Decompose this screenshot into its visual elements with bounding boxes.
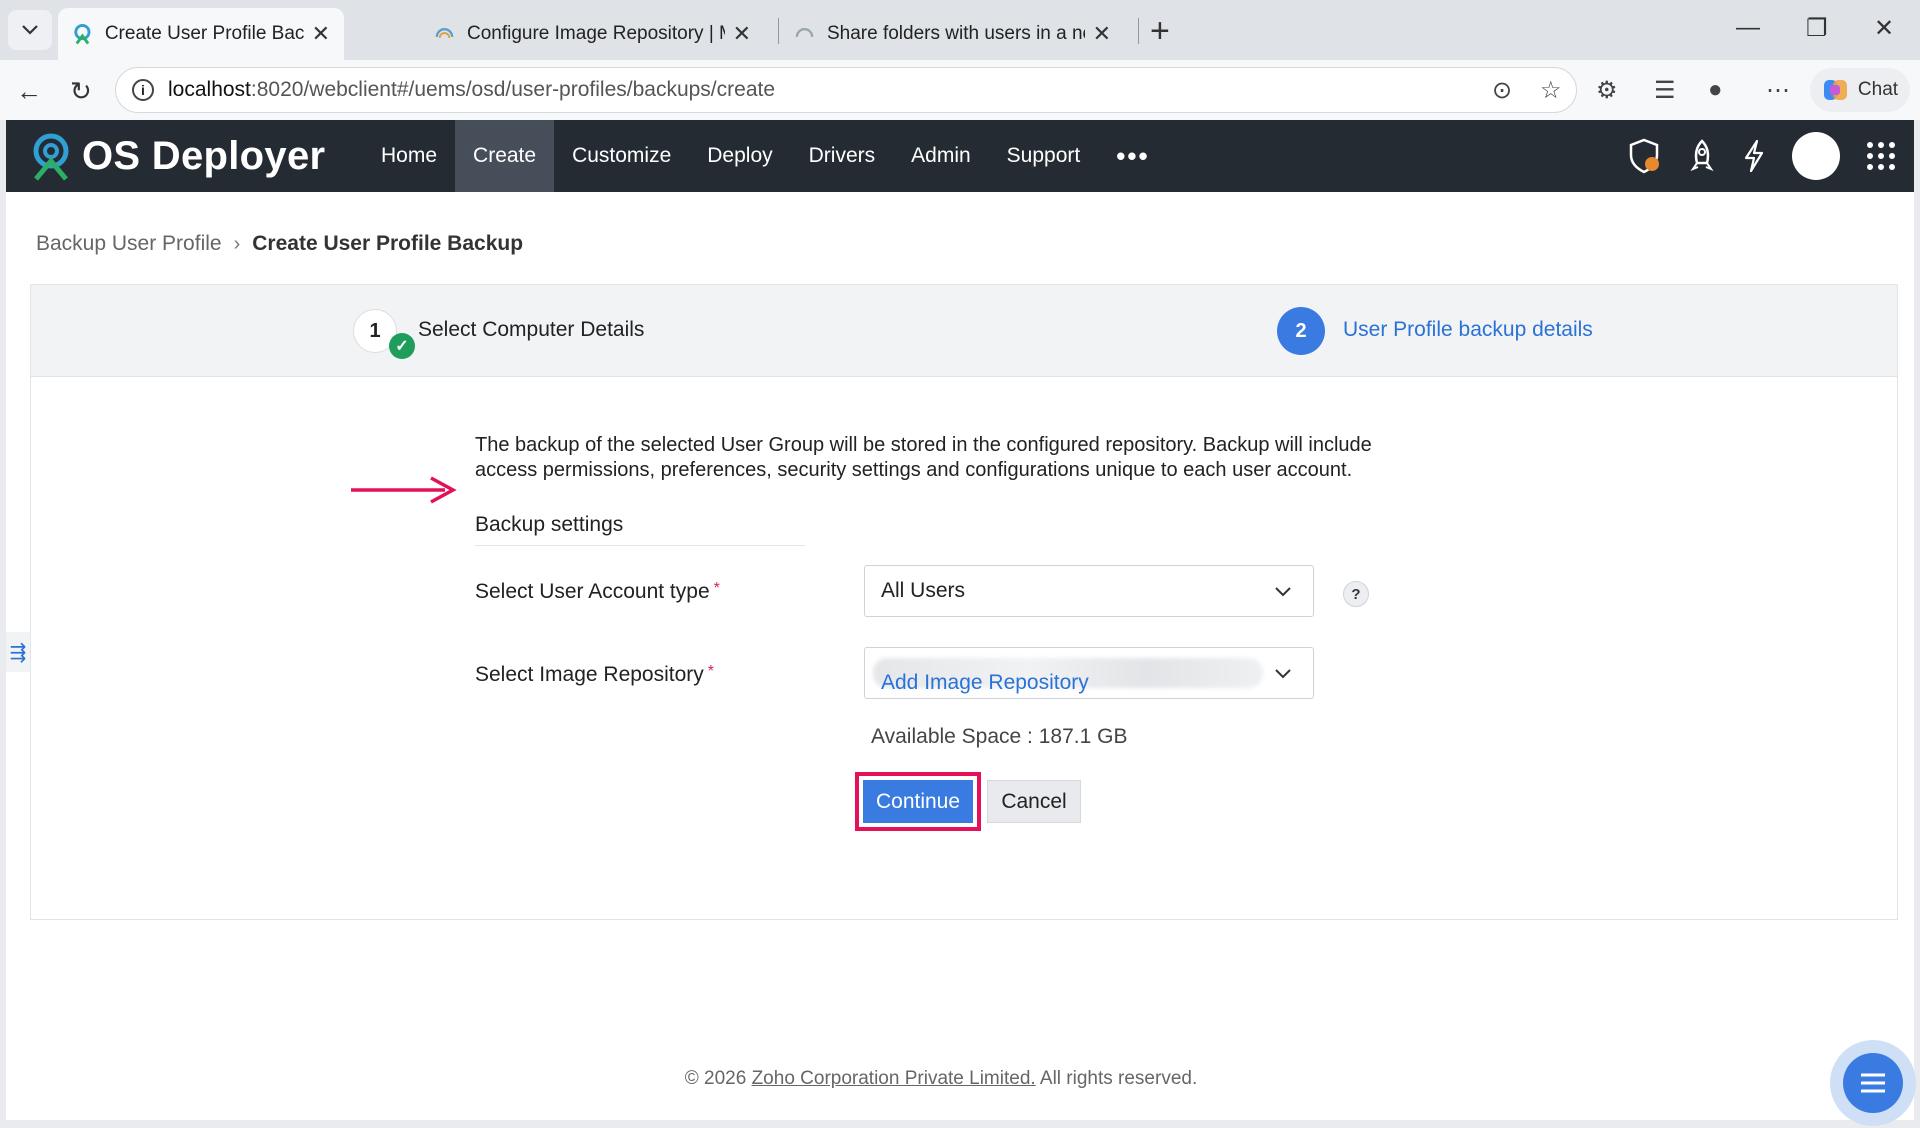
reload-icon[interactable]: ↻ — [70, 76, 92, 107]
browser-tab[interactable]: Configure Image Repository | Man ✕ — [420, 8, 765, 60]
chevron-down-icon — [1275, 587, 1291, 597]
required-mark: * — [707, 663, 715, 680]
help-icon[interactable]: ? — [1343, 581, 1369, 607]
copilot-chat-button[interactable]: Chat — [1810, 68, 1910, 112]
main-content: Backup User Profile › Create User Profil… — [6, 192, 1914, 1120]
cancel-button[interactable]: Cancel — [987, 780, 1081, 823]
footer-rights: All rights reserved. — [1035, 1068, 1198, 1089]
account-type-label-text: Select User Account type — [475, 580, 710, 603]
step2-number: 2 — [1277, 307, 1325, 355]
tab-title: Create User Profile Backup | Backu — [104, 23, 304, 44]
nav-customize[interactable]: Customize — [554, 120, 689, 192]
breadcrumb: Backup User Profile › Create User Profil… — [36, 232, 523, 256]
required-mark: * — [713, 580, 720, 597]
os-deployer-favicon-icon — [74, 24, 91, 45]
browser-tab-bar: Create User Profile Backup | Backu ✕ Con… — [0, 0, 1920, 60]
favorites-list-icon[interactable]: ☰ — [1654, 76, 1676, 105]
nav-more-icon[interactable]: ••• — [1098, 120, 1167, 192]
shield-alert-icon[interactable] — [1628, 138, 1662, 174]
footer-company-link[interactable]: Zoho Corporation Private Limited. — [752, 1068, 1036, 1089]
close-tab-icon[interactable]: ✕ — [733, 21, 751, 47]
restore-icon[interactable]: ❐ — [1806, 14, 1828, 43]
chat-label: Chat — [1857, 79, 1899, 100]
profile-icon[interactable]: ● — [1708, 76, 1723, 104]
rocket-icon[interactable] — [1688, 139, 1716, 173]
section-divider — [475, 545, 805, 546]
hamburger-menu-icon — [1861, 1073, 1885, 1093]
repository-label: Select Image Repository * — [475, 663, 714, 687]
wizard-steps: 1 ✓ Select Computer Details 2 User Profi… — [31, 285, 1897, 377]
chevron-down-icon — [1275, 669, 1291, 679]
browser-toolbar: ← ↻ i localhost:8020/webclient#/uems/osd… — [0, 60, 1920, 120]
nav-home[interactable]: Home — [363, 120, 455, 192]
check-icon: ✓ — [389, 333, 415, 359]
back-icon[interactable]: ← — [16, 76, 42, 107]
loading-favicon-icon — [795, 28, 814, 38]
account-type-value: All Users — [881, 579, 966, 602]
user-avatar[interactable] — [1792, 132, 1840, 180]
nav-create[interactable]: Create — [455, 120, 555, 192]
footer-copyright: © 2026 — [684, 1068, 752, 1089]
annotation-arrow-icon — [351, 476, 457, 504]
app-grid-icon[interactable] — [1866, 141, 1896, 171]
chevron-right-icon: › — [233, 232, 241, 255]
step2-label: User Profile backup details — [1343, 318, 1593, 341]
copilot-icon — [1823, 80, 1847, 100]
main-nav: Home Create Customize Deploy Drivers Adm… — [363, 120, 1168, 192]
footer: © 2026 Zoho Corporation Private Limited.… — [6, 1068, 1876, 1090]
repository-label-text: Select Image Repository — [475, 663, 704, 686]
new-tab-icon[interactable]: + — [1150, 12, 1170, 51]
address-bar[interactable]: i localhost:8020/webclient#/uems/osd/use… — [115, 67, 1577, 113]
favorite-star-icon[interactable]: ☆ — [1540, 76, 1562, 105]
nav-deploy[interactable]: Deploy — [689, 120, 790, 192]
tab-list-button[interactable] — [8, 10, 52, 50]
site-info-icon[interactable]: i — [132, 79, 154, 101]
floating-menu-button[interactable] — [1843, 1053, 1903, 1113]
continue-button[interactable]: Continue — [863, 780, 973, 823]
app-name: OS Deployer — [82, 133, 326, 178]
nav-support[interactable]: Support — [989, 120, 1099, 192]
minimize-icon[interactable]: — — [1736, 14, 1760, 42]
header-actions — [1628, 120, 1896, 192]
app-logo[interactable]: OS Deployer — [28, 131, 358, 181]
add-image-repository-link[interactable]: Add Image Repository — [881, 671, 1089, 695]
breadcrumb-current: Create User Profile Backup — [252, 232, 524, 255]
lightning-icon[interactable] — [1742, 139, 1766, 173]
backup-description: The backup of the selected User Group wi… — [475, 434, 1372, 481]
url-host: localhost — [168, 78, 251, 101]
account-type-select[interactable]: All Users — [864, 565, 1314, 617]
step1-label[interactable]: Select Computer Details — [418, 318, 644, 342]
available-space: Available Space : 187.1 GB — [871, 725, 1128, 748]
browser-tab-active[interactable]: Create User Profile Backup | Backu ✕ — [58, 8, 344, 60]
nav-drivers[interactable]: Drivers — [791, 120, 894, 192]
tab-separator — [1138, 18, 1139, 44]
breadcrumb-backup-user-profile[interactable]: Backup User Profile — [36, 232, 222, 256]
extensions-icon[interactable]: ⚙ — [1596, 76, 1618, 105]
reading-mode-icon[interactable]: ⊙ — [1492, 76, 1512, 105]
chevron-down-icon — [22, 25, 38, 35]
wizard-card: 1 ✓ Select Computer Details 2 User Profi… — [30, 284, 1898, 920]
more-menu-icon[interactable]: ⋯ — [1766, 76, 1790, 105]
nav-admin[interactable]: Admin — [893, 120, 989, 192]
close-tab-icon[interactable]: ✕ — [1093, 21, 1111, 47]
account-type-label: Select User Account type * — [475, 580, 720, 604]
os-deployer-logo-icon — [33, 133, 69, 181]
close-tab-icon[interactable]: ✕ — [312, 21, 330, 47]
expand-sidebar-icon[interactable]: ⇶ — [6, 632, 30, 672]
tab-separator — [778, 18, 779, 44]
tab-title: Share folders with users in a netwo — [826, 23, 1085, 44]
section-title-backup-settings: Backup settings — [475, 513, 624, 536]
close-window-icon[interactable]: ✕ — [1874, 14, 1894, 43]
browser-tab[interactable]: Share folders with users in a netwo ✕ — [780, 8, 1125, 60]
app-header: OS Deployer Home Create Customize Deploy… — [6, 120, 1914, 192]
url-path: :8020/webclient#/uems/osd/user-profiles/… — [250, 78, 776, 101]
tab-title: Configure Image Repository | Man — [466, 23, 725, 44]
loading-favicon-icon — [435, 28, 454, 38]
